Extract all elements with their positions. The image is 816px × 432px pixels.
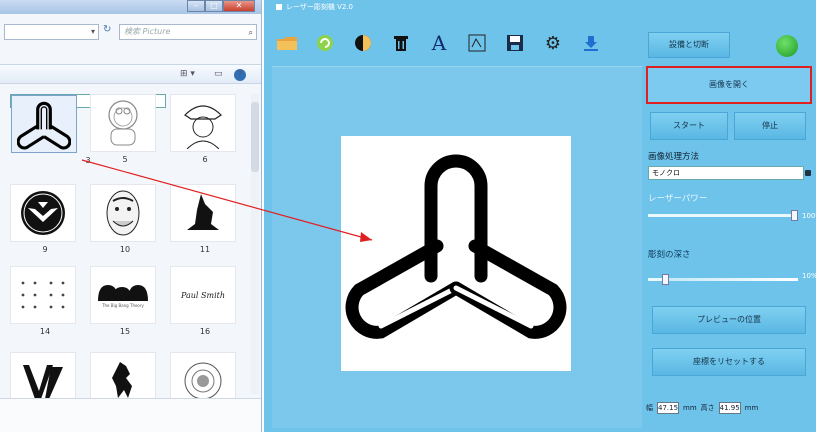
stop-button[interactable]: 停止 — [734, 112, 806, 140]
cartoon-robot-icon — [90, 94, 156, 152]
control-panel: 設備と切断 画像を開く スタート 停止 画像処理方法 モノクロ レーザーパワー … — [644, 30, 816, 430]
thumb-10[interactable]: 10 — [90, 184, 160, 262]
trefoil-chain-icon — [345, 154, 567, 339]
start-label: スタート — [673, 121, 705, 130]
mirror-icon[interactable] — [350, 30, 376, 56]
thumb-caption: 5 — [122, 155, 128, 164]
meme-face-icon — [90, 184, 156, 242]
trefoil-chain-icon — [11, 95, 77, 153]
slider-fill — [648, 278, 662, 281]
status-indicator-icon — [776, 35, 798, 57]
maximize-button[interactable]: □ — [205, 0, 223, 12]
thumb-caption: 14 — [39, 327, 51, 336]
address-field[interactable]: ▾ — [4, 24, 99, 40]
work-image[interactable] — [341, 136, 571, 371]
app-titlebar: レーザー彫刻機 V2.0 — [264, 0, 816, 14]
open-image-label: 画像を開く — [709, 80, 749, 89]
slider-track — [648, 278, 798, 281]
size-readout: 幅 47.15 mm 高さ 41.95 mm — [646, 402, 758, 414]
window-controls: – □ ✕ — [187, 0, 255, 12]
help-icon[interactable]: ? — [234, 69, 246, 81]
open-folder-icon[interactable] — [274, 30, 300, 56]
processing-method-label: 画像処理方法 — [648, 152, 700, 162]
refresh-icon[interactable] — [312, 30, 338, 56]
thumb-caption: 6 — [202, 155, 208, 164]
minimize-button[interactable]: – — [187, 0, 205, 12]
laser-power-slider[interactable] — [648, 210, 798, 221]
preview-position-label: プレビューの位置 — [697, 315, 761, 324]
thumb-caption: 11 — [199, 245, 211, 254]
howling-wolf-icon — [170, 184, 236, 242]
engrave-depth-slider[interactable] — [648, 274, 798, 285]
thumb16-text: Paul Smith — [180, 290, 226, 300]
thumb-caption: 9 — [42, 245, 48, 254]
settings-cut-label: 設備と切断 — [669, 40, 709, 49]
download-icon[interactable] — [578, 30, 604, 56]
open-image-button[interactable]: 画像を開く — [646, 66, 812, 104]
width-field[interactable]: 47.15 — [657, 402, 679, 414]
height-field[interactable]: 41.95 — [718, 402, 741, 414]
search-placeholder: 検索 Picture — [124, 27, 171, 36]
thumb-caption: 16 — [199, 327, 211, 336]
engrave-depth-label: 彫刻の深さ — [648, 250, 691, 260]
view-options-icon[interactable]: ⊞ ▾ — [180, 69, 195, 79]
app-toolbar: A ⚙ — [274, 30, 604, 56]
processing-method-select[interactable]: モノクロ — [648, 166, 811, 180]
refresh-icon[interactable]: ↻ — [103, 24, 115, 40]
text-icon[interactable]: A — [426, 30, 452, 56]
settings-gear-icon[interactable]: ⚙ — [540, 30, 566, 56]
signature-icon: Paul Smith — [170, 266, 236, 324]
thumb-6[interactable]: 6 — [170, 94, 240, 172]
thumb-11[interactable]: 11 — [170, 184, 240, 262]
slider-handle[interactable] — [791, 210, 798, 221]
thumb-5[interactable]: 5 — [90, 94, 160, 172]
start-button[interactable]: スタート — [650, 112, 728, 140]
thumbnail-scrollbar[interactable] — [251, 94, 259, 394]
search-input[interactable]: 検索 Picture ⌕ — [119, 24, 257, 40]
height-label: 高さ — [700, 404, 715, 412]
thumb15-text: The Big Bang Theory — [102, 302, 144, 308]
thumb-16[interactable]: Paul Smith 16 — [170, 266, 240, 344]
settings-cut-button[interactable]: 設備と切断 — [648, 32, 730, 58]
thumb-9[interactable]: 9 — [10, 184, 80, 262]
preview-position-button[interactable]: プレビューの位置 — [652, 306, 806, 334]
processing-method-value: モノクロ — [652, 169, 680, 177]
chevron-down-icon[interactable]: ▾ — [91, 27, 95, 36]
width-label: 幅 — [646, 404, 653, 412]
file-explorer-window: – □ ✕ ▾ ↻ 検索 Picture ⌕ ⊞ ▾ ▭ ? 3 5 6 9 1… — [0, 0, 262, 432]
slider-fill — [648, 214, 791, 217]
height-unit: mm — [744, 404, 759, 412]
slider-handle[interactable] — [662, 274, 669, 285]
reset-coords-button[interactable]: 座標をリセットする — [652, 348, 806, 376]
laser-power-label: レーザーパワー — [648, 194, 708, 204]
scrollbar-thumb[interactable] — [251, 102, 259, 172]
engrave-depth-value: 10% — [802, 272, 816, 280]
thumb-14[interactable]: 14 — [10, 266, 80, 344]
save-icon[interactable] — [502, 30, 528, 56]
delete-icon[interactable] — [388, 30, 414, 56]
draw-icon[interactable] — [464, 30, 490, 56]
address-bar: ▾ ↻ 検索 Picture ⌕ — [0, 22, 261, 42]
reset-coords-label: 座標をリセットする — [693, 357, 765, 366]
thumb-15[interactable]: The Big Bang Theory 15 — [90, 266, 160, 344]
thumb-caption: 15 — [119, 327, 131, 336]
close-button[interactable]: ✕ — [223, 0, 255, 12]
explorer-toolbar: ⊞ ▾ ▭ ? — [0, 64, 261, 84]
thumb-caption: 10 — [119, 245, 131, 254]
dropdown-icon[interactable] — [805, 170, 811, 176]
pattern-grid-icon — [10, 266, 76, 324]
eagle-emblem-icon — [10, 184, 76, 242]
engraving-canvas[interactable] — [272, 66, 642, 428]
laser-power-value: 100% — [802, 212, 816, 220]
preview-pane-icon[interactable]: ▭ — [214, 69, 223, 79]
app-icon — [276, 4, 282, 10]
big-bang-theory-icon: The Big Bang Theory — [90, 266, 156, 324]
anime-character-icon — [170, 94, 236, 152]
search-icon[interactable]: ⌕ — [249, 26, 253, 40]
app-title: レーザー彫刻機 V2.0 — [286, 3, 354, 11]
explorer-status-area — [0, 398, 261, 432]
laser-engraver-app: レーザー彫刻機 V2.0 A ⚙ 設備と切断 画像を開く スタート 停止 画像処… — [264, 0, 816, 432]
width-unit: mm — [683, 404, 697, 412]
stop-label: 停止 — [762, 121, 778, 130]
